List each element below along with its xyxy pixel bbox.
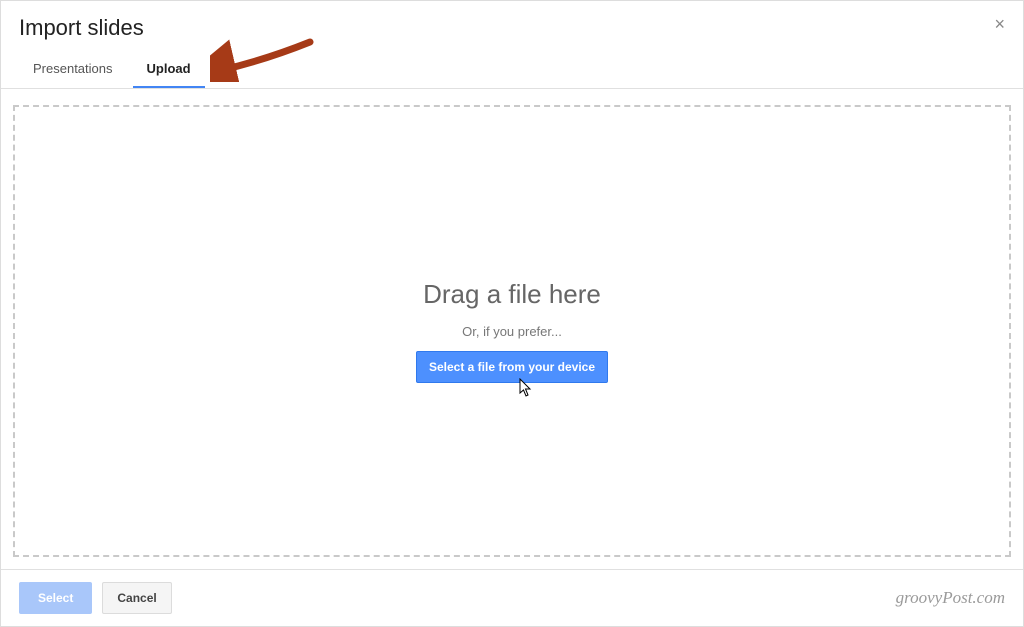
dialog-header: Import slides × (1, 1, 1023, 51)
dialog-footer: Select Cancel groovyPost.com (1, 569, 1023, 626)
watermark-text: groovyPost.com (896, 588, 1005, 608)
content-area: Drag a file here Or, if you prefer... Se… (1, 89, 1023, 569)
file-dropzone[interactable]: Drag a file here Or, if you prefer... Se… (13, 105, 1011, 557)
tab-presentations[interactable]: Presentations (19, 51, 127, 88)
footer-buttons: Select Cancel (19, 582, 172, 614)
dialog-title: Import slides (19, 15, 144, 41)
cancel-button[interactable]: Cancel (102, 582, 171, 614)
select-file-button[interactable]: Select a file from your device (416, 351, 608, 383)
or-prefer-text: Or, if you prefer... (462, 324, 562, 339)
close-icon[interactable]: × (994, 15, 1005, 33)
tab-upload[interactable]: Upload (133, 51, 205, 88)
import-slides-dialog: Import slides × Presentations Upload Dra… (0, 0, 1024, 627)
select-button[interactable]: Select (19, 582, 92, 614)
tab-bar: Presentations Upload (1, 51, 1023, 89)
drag-file-text: Drag a file here (423, 279, 601, 310)
